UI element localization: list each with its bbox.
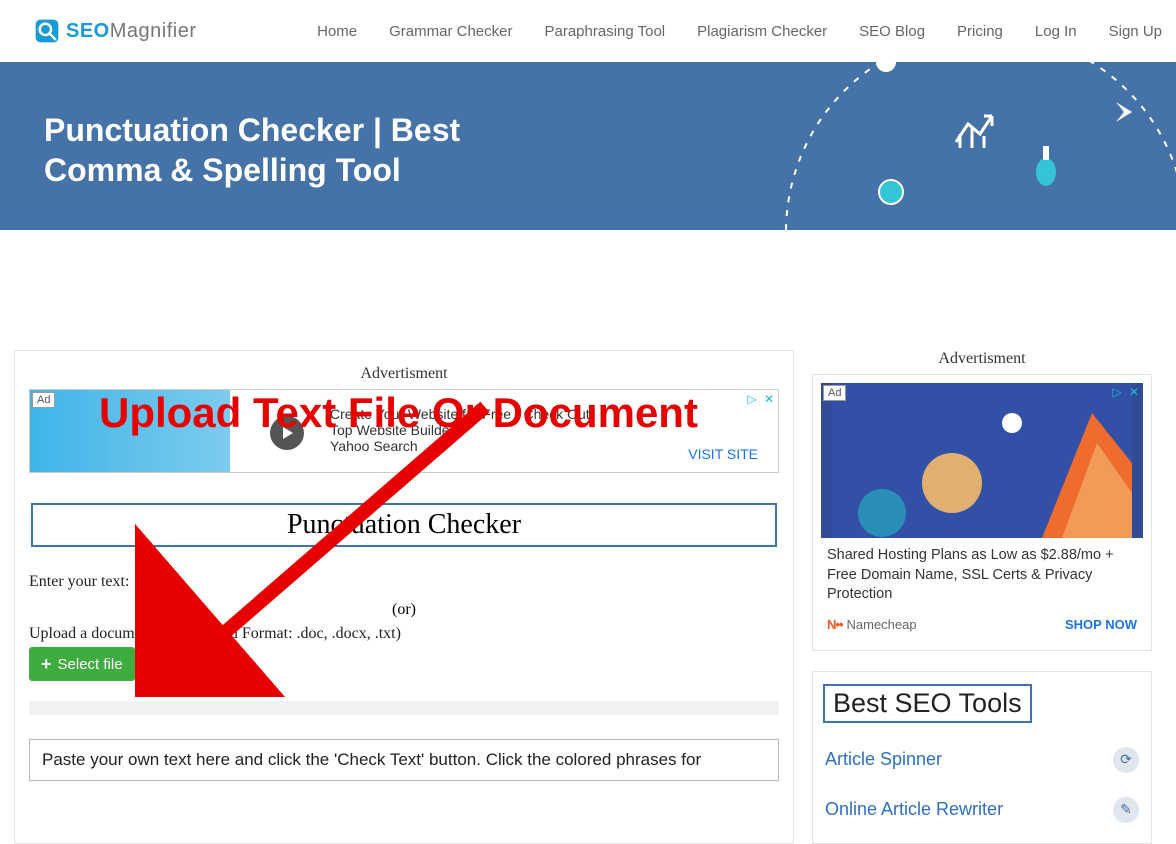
hero-banner: Punctuation Checker | Best Comma & Spell… [0,62,1176,230]
top-navigation: SEOMagnifier Home Grammar Checker Paraph… [0,0,1176,62]
enter-text-label: Enter your text: [29,573,779,591]
adchoices-icon[interactable]: ▷ ✕ [1112,385,1141,399]
nav-signup[interactable]: Sign Up [1109,23,1162,40]
plus-icon: + [41,655,52,673]
nav-pricing[interactable]: Pricing [957,23,1003,40]
nav-paraphrasing-tool[interactable]: Paraphrasing Tool [544,23,665,40]
tool-link-row: Online Article Rewriter ✎ [823,785,1141,835]
magnifier-icon [34,18,60,44]
ad-visit-link[interactable]: VISIT SITE [688,446,758,462]
tool-heading: Punctuation Checker [31,503,777,547]
site-logo[interactable]: SEOMagnifier [34,18,197,44]
main-nav: Home Grammar Checker Paraphrasing Tool P… [317,23,1162,40]
nav-home[interactable]: Home [317,23,357,40]
rewriter-icon: ✎ [1113,797,1139,823]
sidebar: Advertisment Ad ▷ ✕ Shared Hosting Plans… [812,350,1152,844]
link-online-article-rewriter[interactable]: Online Article Rewriter [825,799,1003,820]
logo-text: SEOMagnifier [66,20,197,43]
or-separator: (or) [29,601,779,619]
text-input-area[interactable]: Paste your own text here and click the '… [29,739,779,781]
sidebar-ad-text: Shared Hosting Plans as Low as $2.88/mo … [821,538,1143,609]
best-seo-tools-box: Best SEO Tools Article Spinner ⟳ Online … [812,671,1152,844]
ad-cta-link[interactable]: SHOP NOW [1065,617,1137,632]
select-file-label: Select file [58,656,123,673]
nav-grammar-checker[interactable]: Grammar Checker [389,23,512,40]
sidebar-ad-label: Advertisment [812,350,1152,368]
nav-seo-blog[interactable]: SEO Blog [859,23,925,40]
upload-document-label: Upload a document: ( Supported Format: .… [29,625,779,643]
progress-placeholder [29,701,779,715]
tool-link-row: Article Spinner ⟳ [823,735,1141,785]
ad-label: Advertisment [29,365,779,383]
nav-login[interactable]: Log In [1035,23,1077,40]
main-panel: Advertisment Ad ▷ ✕ Create Your Website … [14,350,794,844]
instruction-overlay-text: Upload Text File Or Document [99,389,793,437]
sidebar-ad-image: Ad ▷ ✕ [821,383,1143,538]
spinner-icon: ⟳ [1113,747,1139,773]
sidebar-ad[interactable]: Ad ▷ ✕ Shared Hosting Plans as Low as $2… [812,374,1152,651]
ad-tag-badge: Ad [823,385,846,401]
link-article-spinner[interactable]: Article Spinner [825,749,942,770]
ad-tag-badge: Ad [32,392,55,408]
page-title: Punctuation Checker | Best Comma & Spell… [44,110,564,190]
tools-box-title: Best SEO Tools [823,684,1032,723]
hero-decorative-graphic [756,62,1176,230]
nav-plagiarism-checker[interactable]: Plagiarism Checker [697,23,827,40]
ad-brand: N••Namecheap [827,617,917,632]
select-file-button[interactable]: + Select file [29,647,135,681]
